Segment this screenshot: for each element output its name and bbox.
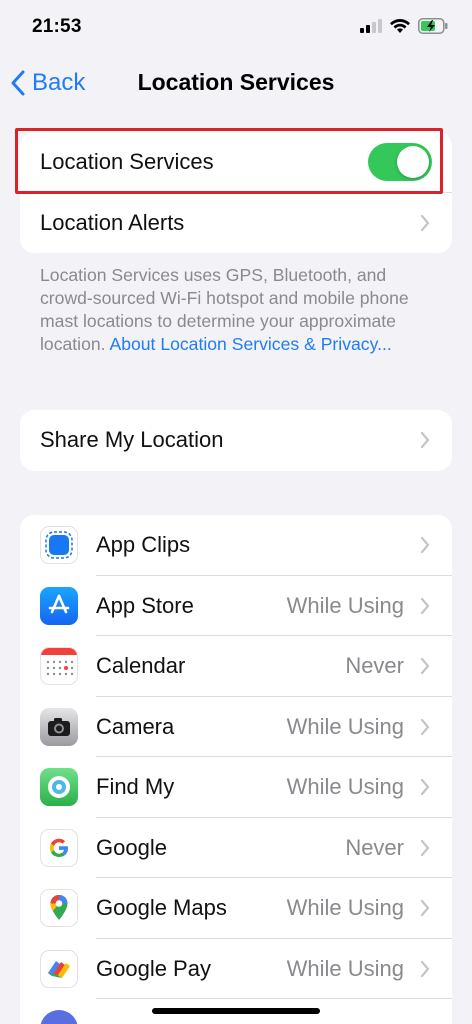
chevron-right-icon bbox=[420, 718, 430, 735]
about-location-privacy-link[interactable]: About Location Services & Privacy... bbox=[109, 334, 391, 354]
chevron-right-icon bbox=[420, 597, 430, 614]
share-my-location-row[interactable]: Share My Location bbox=[20, 410, 452, 471]
chevron-right-icon bbox=[420, 839, 430, 856]
app-icon-partial bbox=[40, 1010, 78, 1024]
app-name: App Store bbox=[96, 592, 194, 618]
chevron-right-icon bbox=[420, 658, 430, 675]
google-icon bbox=[40, 828, 78, 867]
google-maps-icon bbox=[40, 889, 78, 928]
cellular-signal-icon bbox=[360, 19, 382, 33]
app-name: App Clips bbox=[96, 532, 191, 558]
navigation-bar: Back Location Services bbox=[0, 56, 472, 112]
app-name: Google Maps bbox=[96, 895, 227, 921]
app-store-icon bbox=[40, 586, 78, 625]
location-services-row: Location Services bbox=[20, 132, 452, 193]
app-row-google[interactable]: Google Never bbox=[20, 818, 452, 879]
app-permission-value: While Using bbox=[286, 955, 404, 981]
battery-charging-icon bbox=[418, 18, 448, 34]
app-row-app-store[interactable]: App Store While Using bbox=[20, 576, 452, 637]
app-name: Google bbox=[96, 834, 167, 860]
app-row-camera[interactable]: Camera While Using bbox=[20, 697, 452, 758]
app-clips-icon bbox=[40, 526, 78, 565]
chevron-right-icon bbox=[420, 960, 430, 977]
app-permission-value: While Using bbox=[286, 713, 404, 739]
app-name: Google Pay bbox=[96, 955, 211, 981]
status-bar: 21:53 bbox=[0, 0, 472, 56]
app-row-google-pay[interactable]: Google Pay While Using bbox=[20, 939, 452, 1000]
google-pay-icon bbox=[40, 949, 78, 988]
status-time: 21:53 bbox=[32, 16, 82, 37]
share-my-location-label: Share My Location bbox=[40, 427, 224, 453]
location-settings-group: Location Services Location Alerts bbox=[20, 132, 452, 253]
home-indicator[interactable] bbox=[152, 1008, 320, 1014]
status-icons bbox=[360, 18, 448, 34]
app-permission-value: While Using bbox=[286, 774, 404, 800]
chevron-right-icon bbox=[420, 900, 430, 917]
location-services-toggle[interactable] bbox=[368, 143, 432, 182]
share-location-group: Share My Location bbox=[20, 410, 452, 471]
page-title: Location Services bbox=[137, 69, 335, 95]
location-alerts-label: Location Alerts bbox=[40, 209, 185, 235]
apps-list: App Clips App Store While Using Calendar… bbox=[20, 515, 452, 1024]
app-permission-value: Never bbox=[345, 653, 404, 679]
location-services-label: Location Services bbox=[40, 149, 214, 175]
app-permission-value: While Using bbox=[286, 895, 404, 921]
app-name: Find My bbox=[96, 774, 175, 800]
wifi-icon bbox=[390, 18, 410, 33]
app-row-find-my[interactable]: Find My While Using bbox=[20, 757, 452, 818]
chevron-right-icon bbox=[420, 214, 430, 231]
app-name: Camera bbox=[96, 713, 175, 739]
app-permission-value: Never bbox=[345, 834, 404, 860]
camera-icon bbox=[40, 707, 78, 746]
calendar-icon bbox=[40, 647, 78, 686]
app-row-google-maps[interactable]: Google Maps While Using bbox=[20, 878, 452, 939]
location-services-description: Location Services uses GPS, Bluetooth, a… bbox=[40, 264, 435, 356]
app-name: Calendar bbox=[96, 653, 186, 679]
find-my-icon bbox=[40, 768, 78, 807]
toggle-knob bbox=[397, 146, 429, 179]
location-alerts-row[interactable]: Location Alerts bbox=[20, 193, 452, 254]
chevron-right-icon bbox=[420, 432, 430, 449]
app-row-app-clips[interactable]: App Clips bbox=[20, 515, 452, 576]
chevron-right-icon bbox=[420, 779, 430, 796]
chevron-right-icon bbox=[420, 537, 430, 554]
app-permission-value: While Using bbox=[286, 592, 404, 618]
app-row-calendar[interactable]: Calendar Never bbox=[20, 636, 452, 697]
